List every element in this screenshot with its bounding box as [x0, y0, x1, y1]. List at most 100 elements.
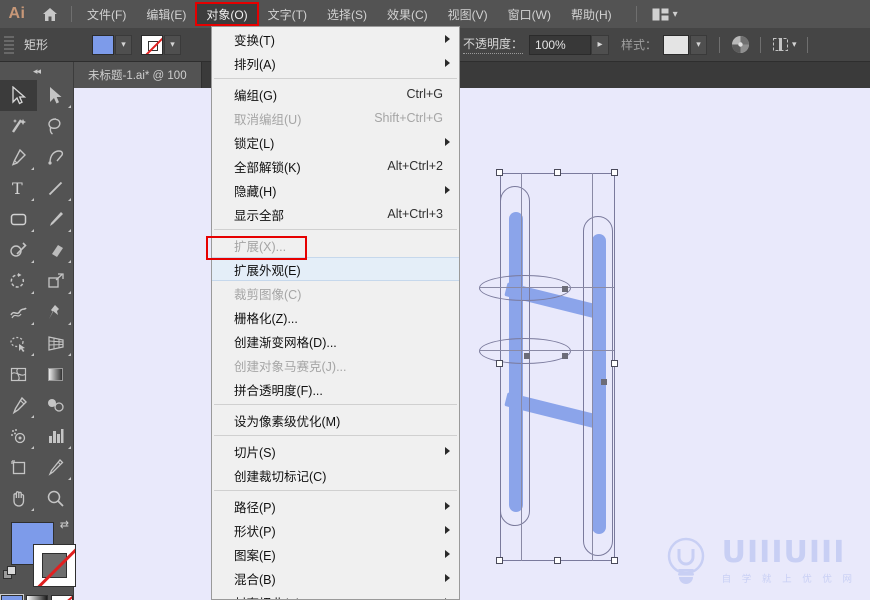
stroke-chevron-down-icon[interactable]: ▾	[164, 34, 181, 55]
tool-gradient[interactable]	[37, 359, 74, 390]
stroke-swatch[interactable]	[141, 34, 163, 55]
menu-item-blend[interactable]: 混合(B)	[212, 566, 459, 590]
fill-chevron-down-icon[interactable]: ▾	[115, 34, 132, 55]
menu-item-create-gradient-mesh[interactable]: 创建渐变网格(D)...	[212, 329, 459, 353]
menu-item-show-all[interactable]: 显示全部 Alt+Ctrl+3	[212, 202, 459, 226]
stroke-control[interactable]: ▾	[141, 34, 181, 55]
symbol-sprayer-icon	[9, 427, 28, 446]
selection-handle-tr[interactable]	[611, 169, 618, 176]
menu-item-envelope-distort[interactable]: 封套扭曲(V)	[212, 590, 459, 599]
object-dropdown-menu[interactable]: 变换(T) 排列(A) 编组(G) Ctrl+G 取消编组(U) Shift+Ctrl+G…	[211, 26, 460, 600]
menu-edit[interactable]: 编辑(E)	[137, 4, 195, 24]
tool-shape-builder[interactable]	[0, 328, 37, 359]
tool-free-transform[interactable]	[37, 297, 74, 328]
tool-selection[interactable]	[0, 80, 37, 111]
shape-builder-icon	[9, 334, 28, 353]
menu-item-make-pixel-perfect[interactable]: 设为像素级优化(M)	[212, 408, 459, 432]
anchor-point[interactable]	[524, 353, 530, 359]
tool-mesh[interactable]	[0, 359, 37, 390]
opacity-input[interactable]: 100%	[529, 34, 592, 55]
menu-select[interactable]: 选择(S)	[318, 4, 376, 24]
menu-item-expand-appearance[interactable]: 扩展外观(E)	[212, 257, 459, 281]
menu-item-pattern[interactable]: 图案(E)	[212, 542, 459, 566]
anchor-point[interactable]	[562, 286, 568, 292]
anchor-point[interactable]	[601, 379, 607, 385]
tool-pen[interactable]	[0, 142, 37, 173]
align-chevron-down-icon[interactable]: ▾	[792, 39, 797, 50]
default-fill-stroke-icon[interactable]	[3, 566, 18, 586]
selection-handle-br[interactable]	[611, 557, 618, 564]
tool-artboard[interactable]	[0, 452, 37, 483]
tool-width[interactable]	[0, 297, 37, 328]
tool-zoom[interactable]	[37, 483, 74, 514]
tool-slice[interactable]	[37, 452, 74, 483]
menu-item-group[interactable]: 编组(G) Ctrl+G	[212, 82, 459, 106]
selection-handle-ml[interactable]	[496, 360, 503, 367]
menu-item-unlock-all[interactable]: 全部解锁(K) Alt+Ctrl+2	[212, 154, 459, 178]
menu-item-hide[interactable]: 隐藏(H)	[212, 178, 459, 202]
tool-rotate[interactable]	[0, 266, 37, 297]
tool-direct-selection[interactable]	[37, 80, 74, 111]
document-tab-untitled-1[interactable]: 未标题-1.ai* @ 100	[74, 62, 202, 88]
tool-lasso[interactable]	[37, 111, 74, 142]
toolbar-stroke-swatch[interactable]	[33, 544, 76, 587]
tool-paintbrush[interactable]	[37, 204, 74, 235]
menu-item-flatten-transparency[interactable]: 拼合透明度(F)...	[212, 377, 459, 401]
style-chevron-down-icon[interactable]: ▾	[690, 34, 708, 55]
tool-hand[interactable]	[0, 483, 37, 514]
menu-item-label: 显示全部	[234, 208, 285, 223]
home-icon[interactable]	[34, 0, 66, 28]
menu-help[interactable]: 帮助(H)	[562, 4, 621, 24]
collapse-panel-icon[interactable]: ◂◂	[0, 62, 73, 80]
menu-effect[interactable]: 效果(C)	[378, 4, 437, 24]
color-mode-solid[interactable]	[0, 594, 24, 600]
menu-item-arrange[interactable]: 排列(A)	[212, 51, 459, 75]
tool-scale[interactable]	[37, 266, 74, 297]
menu-view[interactable]: 视图(V)	[439, 4, 497, 24]
tool-column-graph[interactable]	[37, 421, 74, 452]
selection-handle-bl[interactable]	[496, 557, 503, 564]
selection-handle-tc[interactable]	[554, 169, 561, 176]
swap-fill-stroke-icon[interactable]: ⇄	[60, 518, 69, 531]
fill-swatch[interactable]	[92, 34, 114, 55]
menu-type[interactable]: 文字(T)	[259, 4, 316, 24]
mesh-icon	[9, 365, 28, 384]
color-mode-gradient[interactable]	[25, 595, 48, 600]
menu-item-slice[interactable]: 切片(S)	[212, 439, 459, 463]
align-options-icon[interactable]: ▾	[772, 37, 797, 52]
menu-item-shape[interactable]: 形状(P)	[212, 518, 459, 542]
document-canvas[interactable]: UIIIUIII 自 学 就 上 优 优 网	[74, 88, 870, 600]
artboard-icon	[9, 458, 28, 477]
menu-object[interactable]: 对象(O)	[195, 2, 259, 26]
menu-item-lock[interactable]: 锁定(L)	[212, 130, 459, 154]
workspace-switcher-icon[interactable]: ▾	[652, 8, 678, 21]
tool-type[interactable]: T	[0, 173, 37, 204]
selection-handle-mr[interactable]	[611, 360, 618, 367]
tool-rectangle[interactable]	[0, 204, 37, 235]
anchor-point[interactable]	[562, 353, 568, 359]
tool-curvature[interactable]	[37, 142, 74, 173]
menu-item-rasterize[interactable]: 栅格化(Z)...	[212, 305, 459, 329]
menu-item-transform[interactable]: 变换(T)	[212, 27, 459, 51]
tool-blend[interactable]	[37, 390, 74, 421]
fill-control[interactable]: ▾	[92, 34, 132, 55]
menu-file[interactable]: 文件(F)	[78, 4, 135, 24]
graphic-style-swatch[interactable]	[663, 34, 690, 55]
tool-eraser[interactable]	[37, 235, 74, 266]
recolor-artwork-icon[interactable]	[731, 35, 750, 54]
tool-symbol-sprayer[interactable]	[0, 421, 37, 452]
selection-handle-tl[interactable]	[496, 169, 503, 176]
menu-window[interactable]: 窗口(W)	[499, 4, 560, 24]
menu-item-path[interactable]: 路径(P)	[212, 494, 459, 518]
tool-shaper[interactable]	[0, 235, 37, 266]
tool-eyedropper[interactable]	[0, 390, 37, 421]
selection-handle-bc[interactable]	[554, 557, 561, 564]
color-mode-none[interactable]	[50, 595, 73, 600]
tool-line-segment[interactable]	[37, 173, 74, 204]
tool-magic-wand[interactable]	[0, 111, 37, 142]
menu-item-create-trim-marks[interactable]: 创建裁切标记(C)	[212, 463, 459, 487]
drag-grip-icon[interactable]	[4, 35, 14, 54]
menu-separator	[214, 404, 457, 405]
opacity-chevron-right-icon[interactable]: ▸	[591, 34, 610, 55]
tool-perspective-grid[interactable]	[37, 328, 74, 359]
